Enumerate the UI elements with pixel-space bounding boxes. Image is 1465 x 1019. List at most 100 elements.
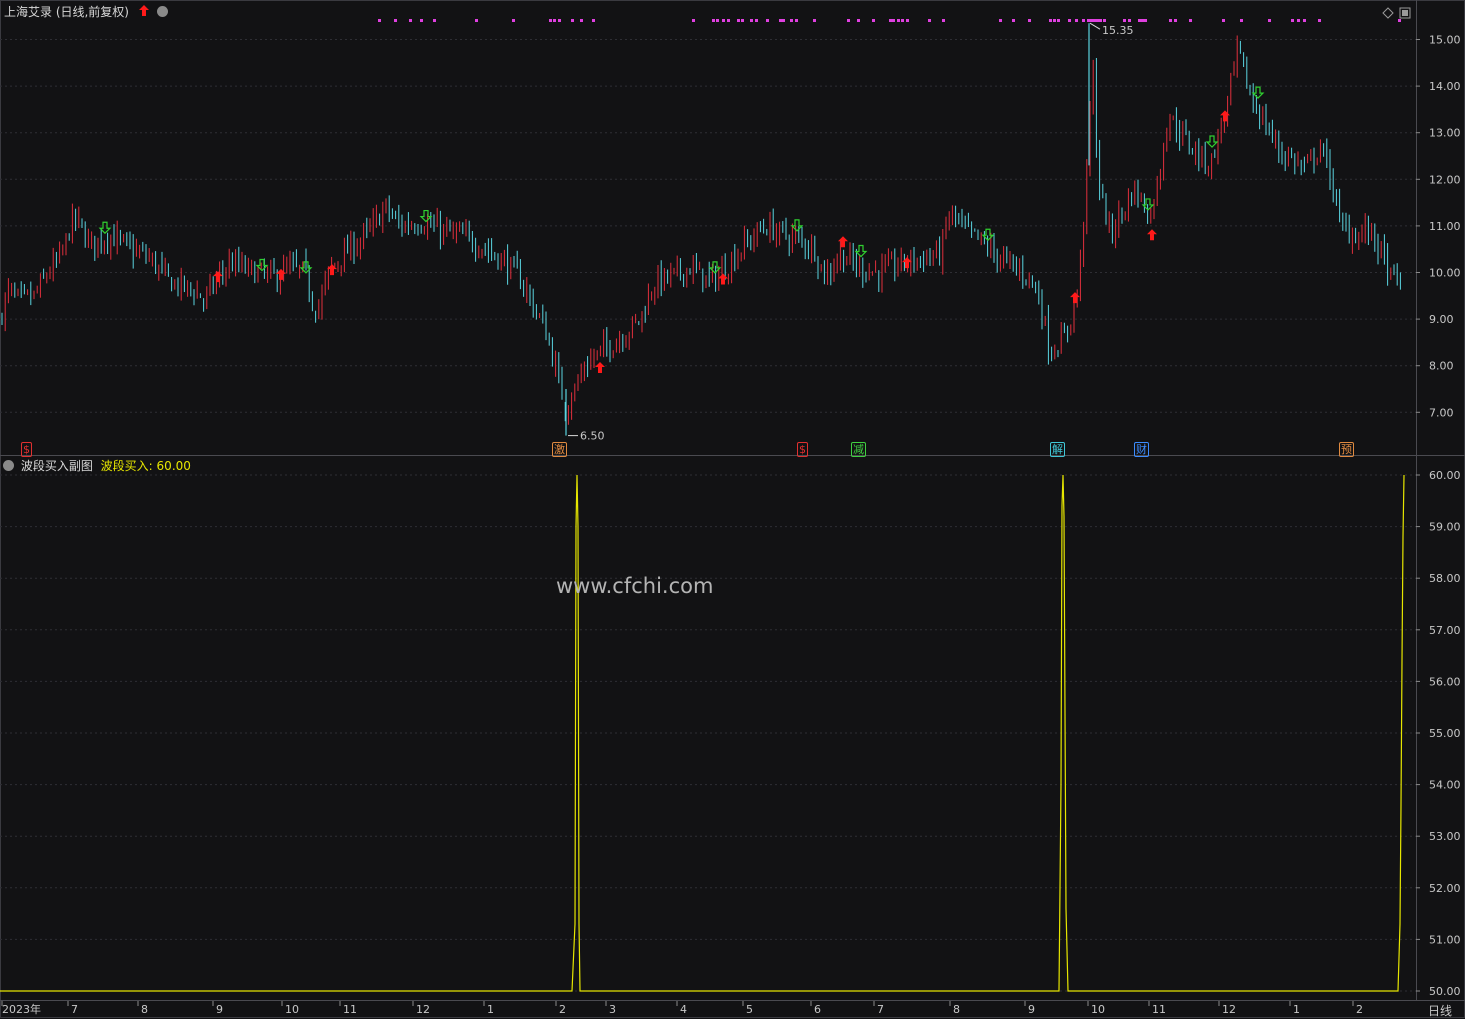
event-badge[interactable]: 预 xyxy=(1339,442,1354,457)
signal-dot xyxy=(394,19,397,22)
x-tick-label: 8 xyxy=(953,1003,960,1016)
signal-dot xyxy=(692,19,695,22)
signal-dot xyxy=(409,19,412,22)
buy-arrow-icon xyxy=(1147,229,1157,241)
signal-dot xyxy=(1318,19,1321,22)
signal-dot xyxy=(433,19,436,22)
sell-arrow-icon xyxy=(1205,135,1219,148)
sell-arrow-icon xyxy=(1251,86,1265,99)
signal-dot xyxy=(1169,19,1172,22)
event-badge[interactable]: $ xyxy=(797,442,808,457)
signal-dot xyxy=(1303,19,1306,22)
signal-dot xyxy=(1291,19,1294,22)
y-axis: 15.00 14.00 13.00 12.00 11.00 10.00 9.00 8.00 7.… xyxy=(1416,34,1461,998)
y-tick-label: 56.00 xyxy=(1429,675,1461,688)
signal-dot xyxy=(737,19,740,22)
signal-dot xyxy=(712,19,715,22)
period-label[interactable]: 日线 xyxy=(1428,1002,1452,1019)
signal-dot xyxy=(857,19,860,22)
signal-dot xyxy=(795,19,798,22)
signal-dot xyxy=(1189,19,1192,22)
signal-dot xyxy=(750,19,753,22)
signal-dot xyxy=(892,19,895,22)
signal-dot xyxy=(1240,19,1243,22)
x-tick-label: 2023年 xyxy=(2,1002,41,1016)
signal-dot xyxy=(553,19,556,22)
low-price-label: 6.50 xyxy=(580,430,605,443)
signal-dot xyxy=(872,19,875,22)
y-tick-label: 51.00 xyxy=(1429,933,1461,946)
signal-dot xyxy=(1128,19,1131,22)
buy-arrow-icon xyxy=(1070,292,1080,304)
main-chart-header: 上海艾录 (日线,前复权) xyxy=(4,3,171,20)
watermark: www.cfchi.com xyxy=(556,574,714,598)
buy-arrow-icon xyxy=(838,236,848,248)
stock-title: 上海艾录 (日线,前复权) xyxy=(4,5,129,19)
buy-arrow-icon xyxy=(718,273,728,285)
event-badge[interactable]: $ xyxy=(21,442,32,457)
dropdown-circle-icon[interactable] xyxy=(3,460,14,471)
x-tick-label: 10 xyxy=(1091,1003,1105,1016)
signal-dot xyxy=(942,19,945,22)
signal-dot xyxy=(813,19,816,22)
signal-dot xyxy=(1141,19,1144,22)
y-tick-label: 55.00 xyxy=(1429,727,1461,740)
y-tick-label: 52.00 xyxy=(1429,882,1461,895)
x-tick-label: 5 xyxy=(746,1003,753,1016)
signal-dot xyxy=(1057,19,1060,22)
x-tick-label: 11 xyxy=(1152,1003,1166,1016)
x-tick-label: 7 xyxy=(71,1003,78,1016)
signal-dot xyxy=(475,19,478,22)
signal-dot xyxy=(1138,19,1141,22)
event-badge[interactable]: 激 xyxy=(552,442,567,457)
y-tick-label: 11.00 xyxy=(1429,220,1461,233)
grid-layer xyxy=(0,0,1465,1018)
event-badge[interactable]: 财 xyxy=(1134,442,1149,457)
event-badge[interactable]: 减 xyxy=(851,442,866,457)
signal-dot xyxy=(1049,19,1052,22)
y-tick-label: 10.00 xyxy=(1429,267,1461,280)
signal-dots-row xyxy=(378,19,1401,22)
signal-dot xyxy=(1297,19,1300,22)
event-badge[interactable]: 解 xyxy=(1050,442,1065,457)
signal-dot xyxy=(755,19,758,22)
signal-dot xyxy=(779,19,782,22)
signal-dot xyxy=(897,19,900,22)
chart-canvas[interactable]: 15.35 6.50 15.00 14.00 13.00 12.00 11.00 10.00… xyxy=(0,0,1465,1018)
x-tick-label: 7 xyxy=(877,1003,884,1016)
x-tick-label: 10 xyxy=(285,1003,299,1016)
x-tick-label: 3 xyxy=(609,1003,616,1016)
x-tick-label: 2 xyxy=(559,1003,566,1016)
signal-dot xyxy=(790,19,793,22)
y-tick-label: 60.00 xyxy=(1429,469,1461,482)
signal-dot xyxy=(847,19,850,22)
signal-dot xyxy=(1012,19,1015,22)
red-up-arrow-icon xyxy=(138,5,149,19)
signal-dot xyxy=(1053,19,1056,22)
buy-arrow-icon xyxy=(595,362,605,374)
y-tick-label: 15.00 xyxy=(1429,34,1461,47)
signal-dot xyxy=(580,19,583,22)
sub-chart-header: 波段买入副图 波段买入: 60.00 xyxy=(3,457,191,474)
dropdown-circle-icon[interactable] xyxy=(156,6,168,17)
signal-dot xyxy=(1268,19,1271,22)
signal-dot xyxy=(727,19,730,22)
signal-dot xyxy=(512,19,515,22)
x-tick-label: 9 xyxy=(216,1003,223,1016)
signal-dot xyxy=(1090,19,1093,22)
window-icon[interactable] xyxy=(1399,4,1411,23)
signal-dot xyxy=(1123,19,1126,22)
signal-dot xyxy=(1144,19,1147,22)
y-tick-label: 8.00 xyxy=(1429,360,1454,373)
signal-dot xyxy=(889,19,892,22)
y-tick-label: 14.00 xyxy=(1429,80,1461,93)
signal-dot xyxy=(999,19,1002,22)
signal-dot xyxy=(906,19,909,22)
sell-arrow-icon xyxy=(854,244,868,258)
signal-dot xyxy=(716,19,719,22)
x-tick-label: 12 xyxy=(416,1003,430,1016)
signal-dot xyxy=(571,19,574,22)
candles-layer xyxy=(1,23,1401,436)
x-tick-label: 1 xyxy=(1293,1003,1300,1016)
diamond-icon[interactable] xyxy=(1382,4,1394,23)
